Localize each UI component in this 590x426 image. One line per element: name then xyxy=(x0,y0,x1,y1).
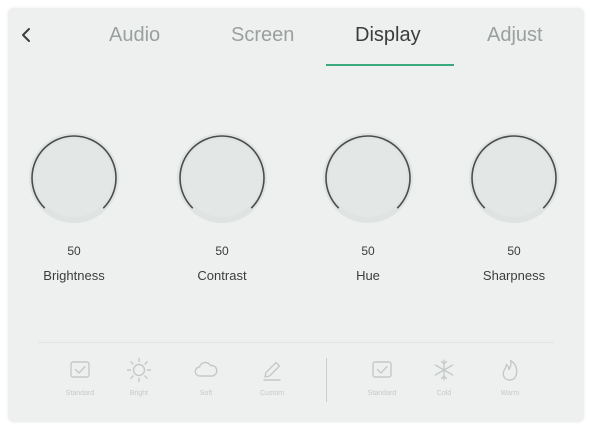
sun-icon xyxy=(126,357,152,383)
flame-icon xyxy=(502,359,518,381)
active-tab-indicator xyxy=(326,64,454,66)
brightness-knob[interactable] xyxy=(18,122,130,234)
tab-display[interactable]: Display xyxy=(355,24,421,47)
hue-dial[interactable]: 50 Hue xyxy=(312,122,424,302)
contrast-label: Contrast xyxy=(197,268,247,283)
hue-label: Hue xyxy=(356,268,380,283)
sharpness-value: 50 xyxy=(507,244,521,258)
sharpness-knob[interactable] xyxy=(458,122,570,234)
brightness-dial[interactable]: 50 Brightness xyxy=(18,122,130,302)
color-temp-cold[interactable]: Cold xyxy=(416,354,472,406)
snowflake-icon xyxy=(434,359,454,381)
contrast-value: 50 xyxy=(215,244,229,258)
back-button[interactable] xyxy=(16,24,38,46)
cloud-icon xyxy=(194,361,218,377)
tab-audio[interactable]: Audio xyxy=(109,24,160,47)
picture-mode-standard-label: Standard xyxy=(65,390,95,397)
contrast-dial[interactable]: 50 Contrast xyxy=(166,122,278,302)
color-temp-cold-label: Cold xyxy=(436,390,452,397)
tab-screen[interactable]: Screen xyxy=(231,24,294,47)
picture-mode-bright-label: Bright xyxy=(129,390,149,397)
mode-bar-divider xyxy=(38,342,554,343)
sharpness-dial[interactable]: 50 Sharpness xyxy=(458,122,570,302)
color-temp-warm[interactable]: Warm xyxy=(482,354,538,406)
mode-group-separator xyxy=(326,358,327,402)
hue-value: 50 xyxy=(361,244,375,258)
sharpness-label: Sharpness xyxy=(482,268,546,283)
tab-bar: Audio Screen Display Adjust xyxy=(8,8,584,72)
contrast-knob[interactable] xyxy=(166,122,278,234)
pen-icon xyxy=(263,361,281,381)
tab-adjust[interactable]: Adjust xyxy=(487,24,543,47)
picture-mode-custom[interactable]: Custom xyxy=(244,354,300,406)
hue-knob[interactable] xyxy=(312,122,424,234)
picture-mode-custom-label: Custom xyxy=(259,390,285,397)
brightness-label: Brightness xyxy=(43,268,105,283)
chevron-left-icon xyxy=(22,28,30,42)
color-temp-warm-label: Warm xyxy=(500,390,520,397)
color-temp-standard[interactable]: Standard xyxy=(354,354,410,406)
picture-mode-bright[interactable]: Bright xyxy=(111,354,167,406)
display-settings-panel: Audio Screen Display Adjust 50 Brightnes… xyxy=(8,8,584,422)
color-temp-standard-label: Standard xyxy=(367,390,397,397)
check-box-icon xyxy=(70,361,90,378)
picture-mode-soft-label: Soft xyxy=(199,390,213,397)
picture-mode-standard[interactable]: Standard xyxy=(52,354,108,406)
check-box-icon xyxy=(372,361,392,378)
brightness-value: 50 xyxy=(67,244,81,258)
picture-mode-soft[interactable]: Soft xyxy=(178,354,234,406)
